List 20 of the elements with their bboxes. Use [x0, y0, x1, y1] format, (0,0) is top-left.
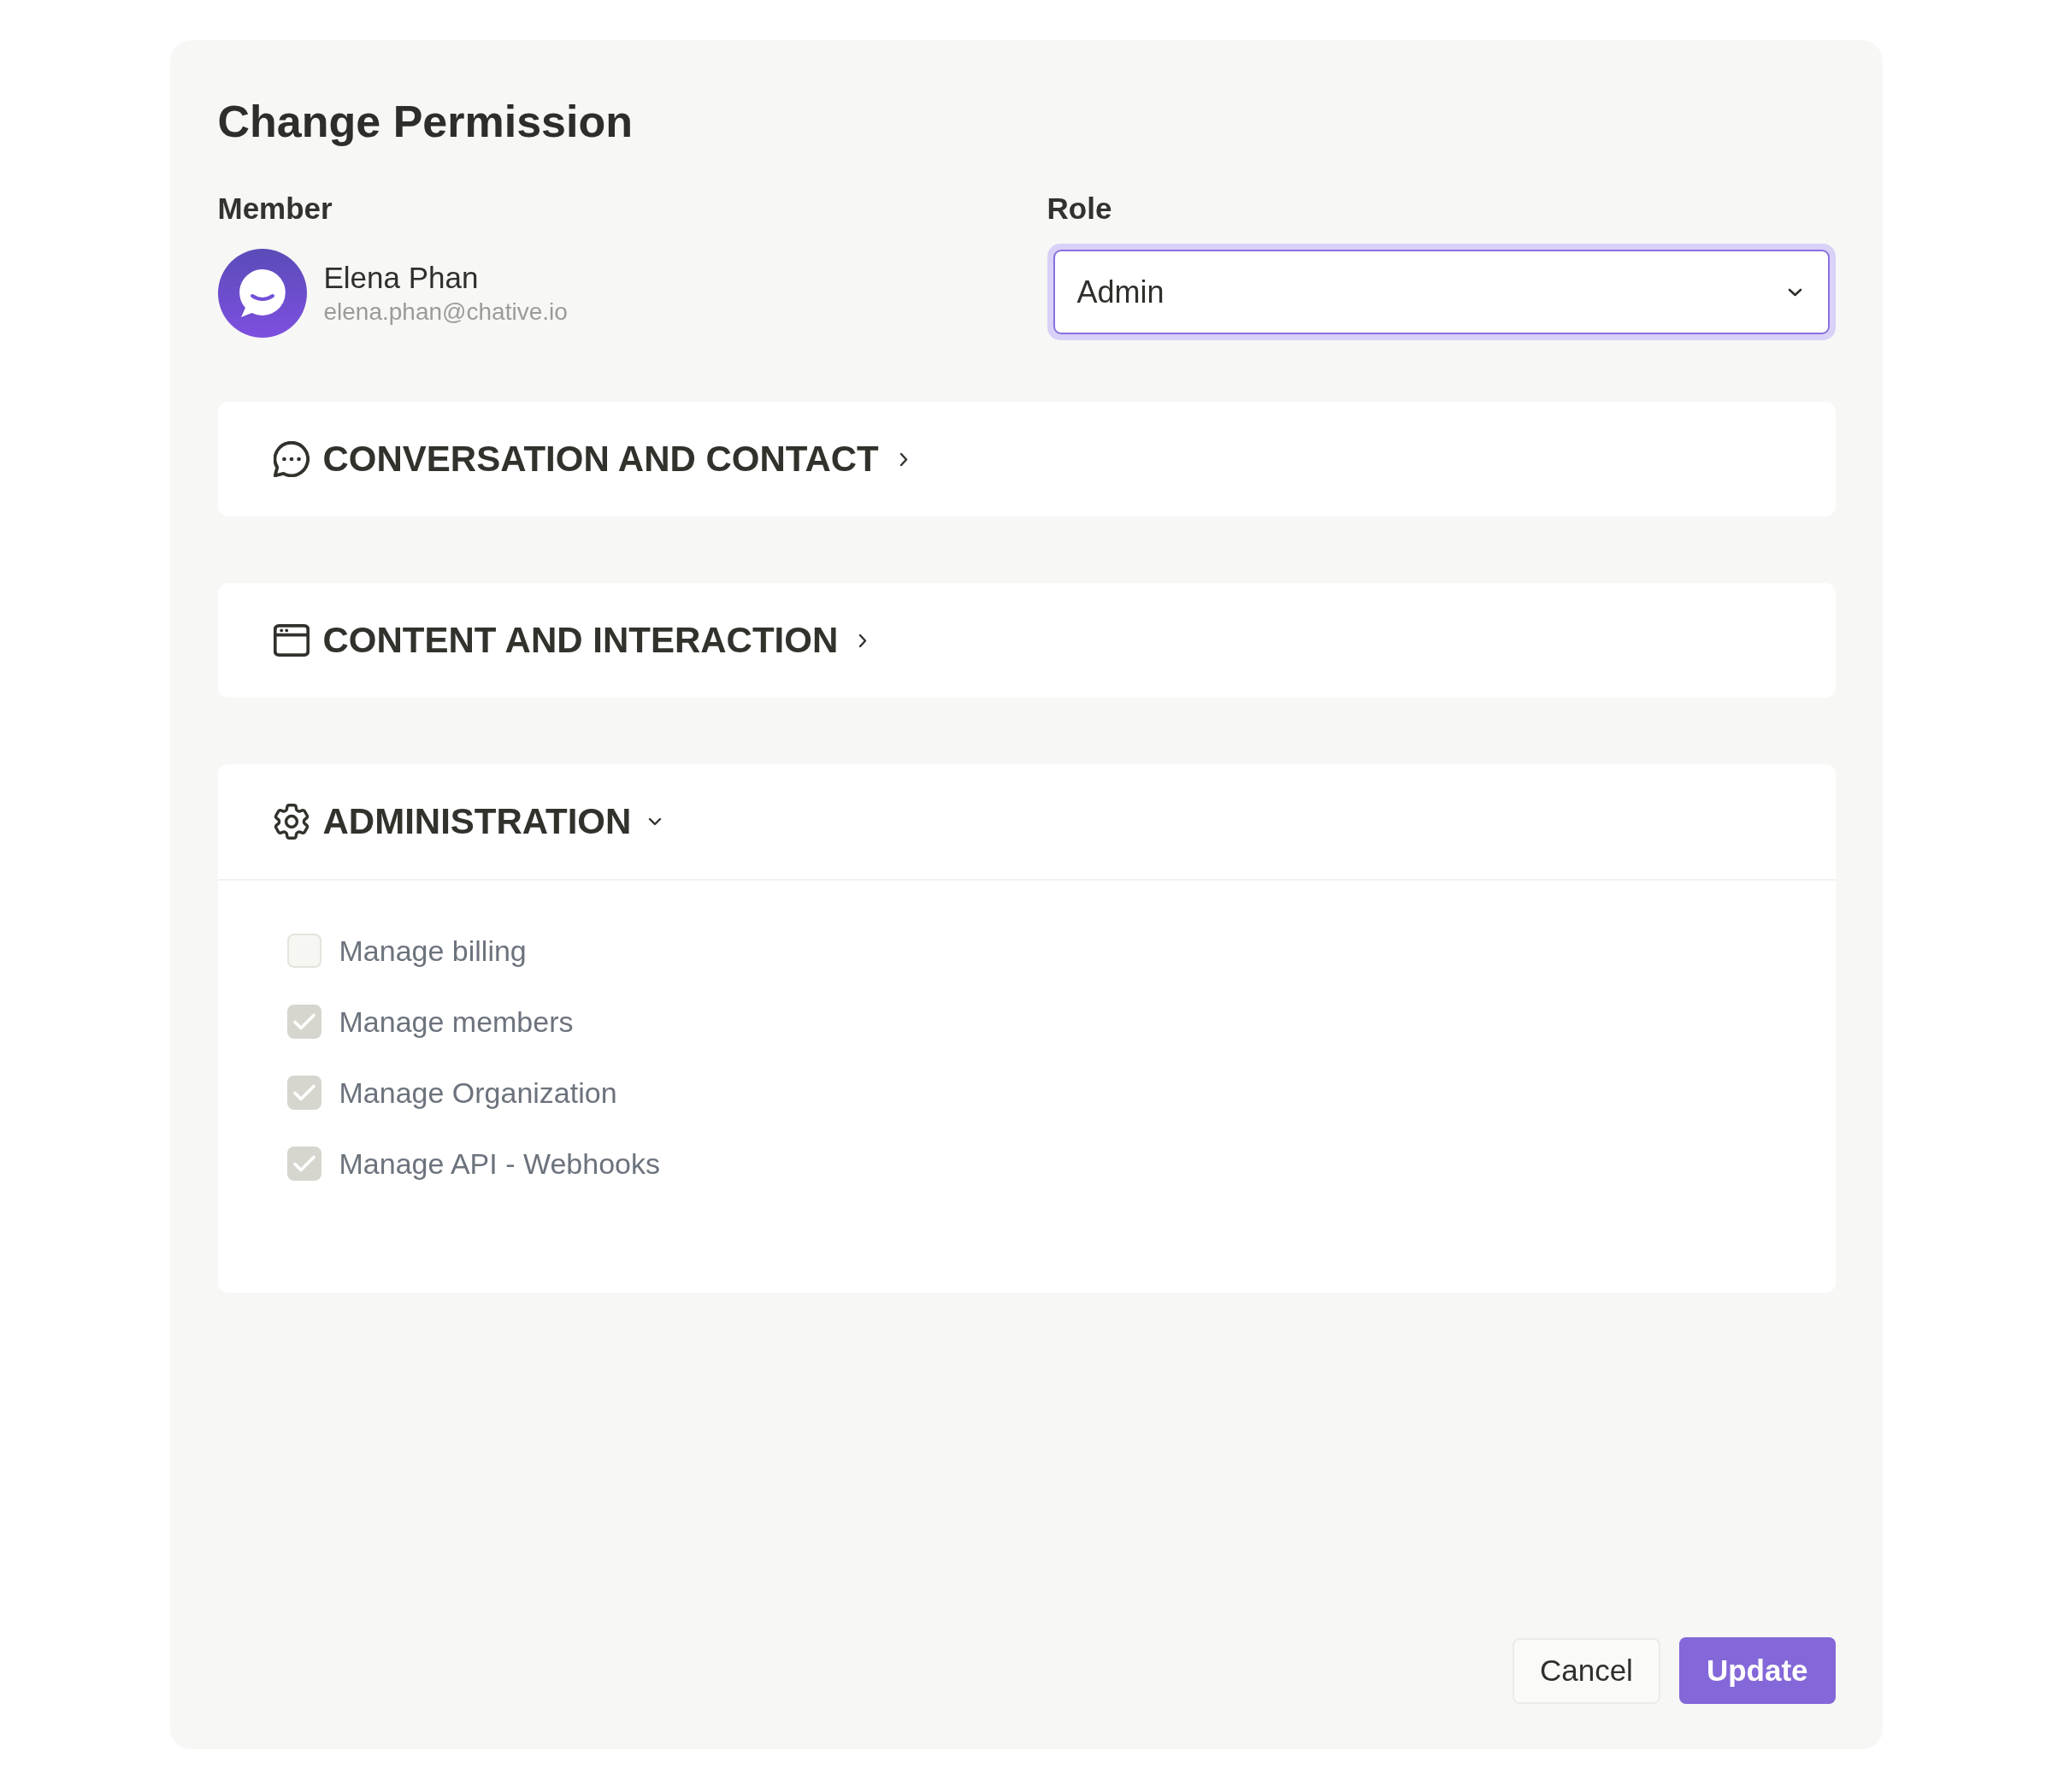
cancel-button[interactable]: Cancel [1512, 1637, 1660, 1704]
avatar-icon [217, 249, 307, 338]
permission-label: Manage members [339, 1005, 574, 1039]
gear-icon [273, 804, 310, 840]
chat-bubble-icon [273, 441, 310, 477]
member-name: Elena Phan [323, 260, 480, 296]
chevron-down-icon [1787, 287, 1802, 297]
role-select[interactable]: Admin [1047, 244, 1836, 340]
field-label: Member [217, 191, 333, 227]
member-email: elena.phan@chative.io [323, 298, 568, 327]
browser-window-icon [273, 622, 310, 658]
permission-label: Manage billing [339, 934, 527, 968]
field-label: Role [1047, 191, 1113, 227]
dialog-title: Change Permission [217, 96, 634, 148]
section-toggle[interactable]: CONTENT AND INTERACTION [273, 619, 868, 662]
permission-label: Manage Organization [339, 1076, 617, 1110]
update-button[interactable]: Update [1678, 1637, 1836, 1704]
section-toggle[interactable]: ADMINISTRATION [273, 800, 663, 843]
permission-label: Manage API - Webhooks [339, 1147, 660, 1181]
section-toggle[interactable]: CONVERSATION AND CONTACT [273, 438, 908, 480]
